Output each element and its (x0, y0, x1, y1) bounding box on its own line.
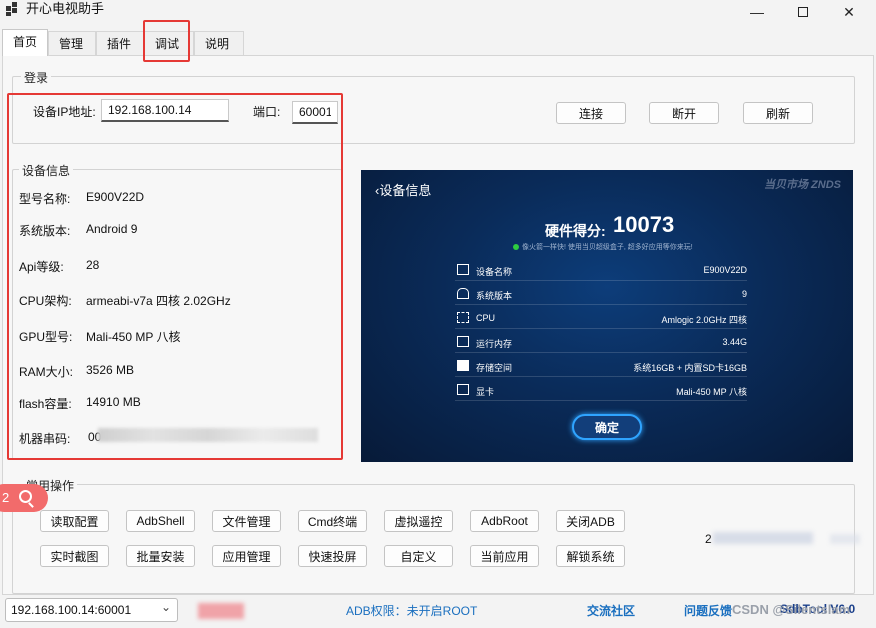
tv-row-value: 9 (741, 289, 747, 299)
tab-help[interactable]: 说明 (194, 31, 244, 55)
window-title: 开心电视助手 (26, 1, 105, 16)
tv-row-value: 系统16GB + 内置SD卡16GB (633, 363, 747, 373)
tv-row-key: 运行内存 (476, 339, 513, 349)
tv-back-title: ‹设备信息 (375, 183, 432, 198)
debug-tab-highlight (143, 20, 190, 62)
side-info-redaction (713, 532, 813, 544)
device-select-value: 192.168.100.14:60001 (11, 603, 132, 617)
memory-icon (457, 336, 469, 347)
folder-icon (457, 360, 469, 371)
tab-manage[interactable]: 管理 (48, 31, 96, 55)
tv-row-value: Amlogic 2.0GHz 四核 (661, 315, 747, 325)
device-info-highlight (7, 93, 343, 460)
tv-row-key: 显卡 (476, 387, 495, 397)
search-badge-count: 2 (2, 490, 10, 505)
tv-row-key: 设备名称 (476, 267, 513, 277)
unlock-system-button[interactable]: 解锁系统 (556, 545, 625, 567)
android-icon (457, 288, 469, 299)
quick-cast-button[interactable]: 快速投屏 (298, 545, 367, 567)
tv-brand-logo: 当贝市场 ZNDS (764, 179, 841, 191)
tv-score-value: 10073 (613, 212, 675, 237)
search-badge[interactable]: 2 (0, 484, 48, 512)
tv-row-key: CPU (476, 313, 496, 323)
read-config-button[interactable]: 读取配置 (40, 510, 109, 532)
tv-row: 显卡 Mali-450 MP 八核 (455, 379, 747, 401)
side-info-text: 2 (705, 532, 712, 546)
batch-install-button[interactable]: 批量安装 (126, 545, 195, 567)
close-icon[interactable]: ✕ (826, 0, 872, 24)
windows-icon (457, 264, 469, 275)
tv-row: 设备名称 E900V22D (455, 259, 747, 281)
adb-permission-status: ADB权限：未开启ROOT (346, 604, 478, 618)
custom-button[interactable]: 自定义 (384, 545, 453, 567)
tv-score-label: 硬件得分: (545, 223, 606, 239)
disconnect-button[interactable]: 断开 (649, 102, 719, 124)
chevron-down-icon: ⌄ (160, 600, 171, 614)
tab-home[interactable]: 首页 (2, 29, 48, 56)
search-icon (19, 490, 32, 503)
tv-screenshot: ‹设备信息 当贝市场 ZNDS 硬件得分: 10073 像火箭一样快! 使用当贝… (361, 170, 853, 462)
maximize-icon[interactable] (780, 0, 826, 24)
tab-plugins[interactable]: 插件 (96, 31, 144, 55)
status-bar: 192.168.100.14:60001 ⌄ ADB权限：未开启ROOT 交流社… (0, 596, 876, 628)
side-info-redaction-2 (830, 534, 860, 544)
cmd-terminal-button[interactable]: Cmd终端 (298, 510, 367, 532)
login-group-title: 登录 (21, 69, 52, 86)
tv-row: 系统版本 9 (455, 283, 747, 305)
chip-icon (457, 312, 469, 323)
tv-row: CPU Amlogic 2.0GHz 四核 (455, 307, 747, 329)
refresh-button[interactable]: 刷新 (743, 102, 813, 124)
adb-shell-button[interactable]: AdbShell (126, 510, 195, 532)
tv-row-key: 存储空间 (476, 363, 513, 373)
tv-subtitle-text: 像火箭一样快! 使用当贝超级盒子, 超多好应用等你来玩! (522, 244, 693, 251)
tv-row-key: 系统版本 (476, 291, 513, 301)
community-link[interactable]: 交流社区 (587, 602, 635, 619)
close-adb-button[interactable]: 关闭ADB (556, 510, 625, 532)
file-manager-button[interactable]: 文件管理 (212, 510, 281, 532)
app-icon (6, 2, 20, 16)
title-bar: 开心电视助手 — ✕ (0, 0, 876, 24)
display-icon (457, 384, 469, 395)
current-app-button[interactable]: 当前应用 (470, 545, 539, 567)
adb-root-button[interactable]: AdbRoot (470, 510, 539, 532)
status-redaction (198, 603, 244, 619)
feedback-link[interactable]: 问题反馈 (684, 602, 732, 619)
tv-row: 运行内存 3.44G (455, 331, 747, 353)
tv-row-value: 3.44G (722, 337, 747, 347)
live-screenshot-button[interactable]: 实时截图 (40, 545, 109, 567)
app-manager-button[interactable]: 应用管理 (212, 545, 281, 567)
tv-subtitle: 像火箭一样快! 使用当贝超级盒子, 超多好应用等你来玩! (513, 242, 693, 252)
device-select[interactable]: 192.168.100.14:60001 ⌄ (5, 598, 178, 622)
tv-row-value: E900V22D (703, 265, 747, 275)
tv-row: 存储空间 系统16GB + 内置SD卡16GB (455, 355, 747, 377)
connect-button[interactable]: 连接 (556, 102, 626, 124)
tv-ok-button: 确定 (572, 414, 642, 440)
tab-bar: 首页 管理 插件 调试 说明 (0, 29, 876, 56)
tv-row-value: Mali-450 MP 八核 (676, 387, 747, 397)
minimize-icon[interactable]: — (734, 0, 780, 24)
watermark: CSDN @Silentslam (732, 602, 851, 617)
virtual-remote-button[interactable]: 虚拟遥控 (384, 510, 453, 532)
